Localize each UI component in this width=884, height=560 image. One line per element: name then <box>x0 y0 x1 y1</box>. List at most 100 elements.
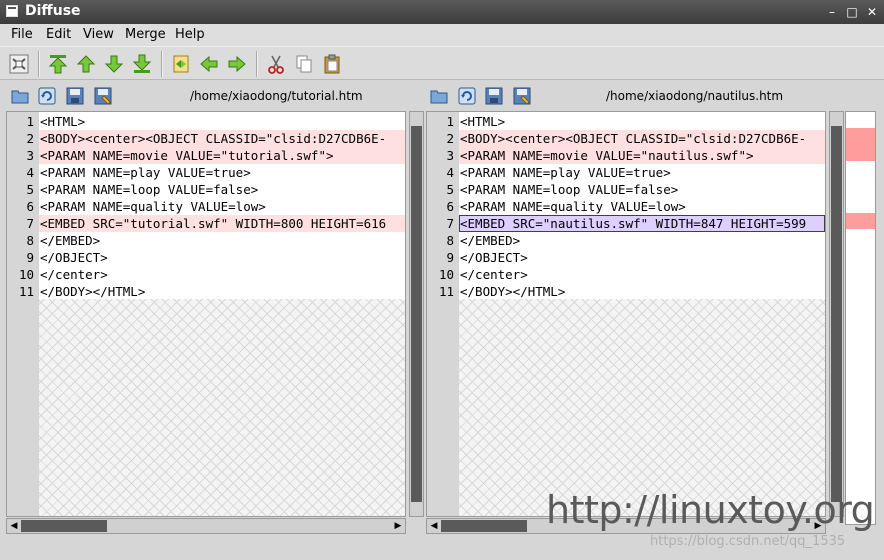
merge-from-left-right-icon[interactable] <box>170 53 192 75</box>
toolbar-separator <box>38 51 40 77</box>
cut-icon[interactable] <box>265 53 287 75</box>
toolbar <box>0 46 884 80</box>
line-number-gutter: 1 2 3 4 5 6 7 8 9 10 11 <box>427 112 459 516</box>
open-file-icon[interactable] <box>10 86 30 106</box>
scrollbar-thumb[interactable] <box>831 126 842 502</box>
line-number: 10 <box>438 267 454 282</box>
line-number: 7 <box>446 216 454 231</box>
line-number: 6 <box>26 199 34 214</box>
code-line[interactable]: </EMBED> <box>459 232 825 249</box>
difference-overview-map[interactable] <box>845 111 876 525</box>
code-line[interactable]: <HTML> <box>39 113 405 130</box>
right-pane-header: /home/xiaodong/nautilus.htm <box>420 84 840 108</box>
copy-icon[interactable] <box>293 53 315 75</box>
scrollbar-thumb[interactable] <box>441 520 527 532</box>
menu-help[interactable]: Help <box>175 27 205 42</box>
first-change-icon[interactable] <box>47 53 69 75</box>
open-file-icon[interactable] <box>429 86 449 106</box>
code-line[interactable]: <BODY><center><OBJECT CLASSID="clsid:D27… <box>39 130 405 147</box>
code-line[interactable]: <PARAM NAME=play VALUE=true> <box>39 164 405 181</box>
toolbar-separator <box>256 51 258 77</box>
line-number: 11 <box>18 284 34 299</box>
scroll-left-arrow-icon[interactable]: ◀ <box>427 519 441 533</box>
line-number: 9 <box>446 250 454 265</box>
line-number: 3 <box>446 148 454 163</box>
empty-area <box>459 299 825 516</box>
realign-icon[interactable] <box>8 53 30 75</box>
line-number: 11 <box>438 284 454 299</box>
copy-left-icon[interactable] <box>198 53 220 75</box>
line-number: 7 <box>26 216 34 231</box>
line-number: 9 <box>26 250 34 265</box>
scroll-right-arrow-icon[interactable]: ▶ <box>391 519 405 533</box>
watermark-text: http://linuxtoy.org <box>546 488 875 532</box>
title-bar: Diffuse – □ ✕ <box>0 0 884 24</box>
code-line[interactable]: <PARAM NAME=loop VALUE=false> <box>39 181 405 198</box>
previous-change-icon[interactable] <box>75 53 97 75</box>
line-number: 2 <box>446 131 454 146</box>
close-icon[interactable]: ✕ <box>864 4 880 20</box>
line-number: 3 <box>26 148 34 163</box>
save-as-icon[interactable] <box>512 86 532 106</box>
overview-change-marker[interactable] <box>846 128 875 161</box>
save-as-icon[interactable] <box>93 86 113 106</box>
overview-change-marker[interactable] <box>846 213 875 229</box>
last-change-icon[interactable] <box>131 53 153 75</box>
code-line[interactable]: <BODY><center><OBJECT CLASSID="clsid:D27… <box>459 130 825 147</box>
left-text-pane[interactable]: 1 2 3 4 5 6 7 8 9 10 11 <HTML> <BODY><center><OBJEC… <box>6 111 406 517</box>
menu-bar: File Edit View Merge Help <box>0 24 884 46</box>
code-area[interactable]: <HTML> <BODY><center><OBJECT CLASSID="cls… <box>39 112 405 516</box>
minimize-icon[interactable]: – <box>824 4 840 20</box>
line-number: 6 <box>446 199 454 214</box>
code-line[interactable]: </EMBED> <box>39 232 405 249</box>
save-file-icon[interactable] <box>65 86 85 106</box>
line-number: 8 <box>26 233 34 248</box>
code-line[interactable]: <PARAM NAME=loop VALUE=false> <box>459 181 825 198</box>
code-line[interactable]: <PARAM NAME=play VALUE=true> <box>459 164 825 181</box>
next-change-icon[interactable] <box>103 53 125 75</box>
scrollbar-thumb[interactable] <box>21 520 107 532</box>
menu-merge[interactable]: Merge <box>125 27 166 42</box>
code-line[interactable]: </OBJECT> <box>39 249 405 266</box>
code-line[interactable]: <HTML> <box>459 113 825 130</box>
maximize-icon[interactable]: □ <box>844 4 860 20</box>
right-vertical-scrollbar[interactable] <box>829 111 844 517</box>
reload-file-icon[interactable] <box>457 86 477 106</box>
code-line[interactable]: </center> <box>39 266 405 283</box>
code-line[interactable]: <PARAM NAME=quality VALUE=low> <box>39 198 405 215</box>
reload-file-icon[interactable] <box>37 86 57 106</box>
copy-right-icon[interactable] <box>226 53 248 75</box>
code-line[interactable]: </center> <box>459 266 825 283</box>
line-number: 2 <box>26 131 34 146</box>
left-pane-header: /home/xiaodong/tutorial.htm <box>0 84 420 108</box>
app-icon <box>6 5 18 17</box>
menu-edit[interactable]: Edit <box>46 27 71 42</box>
watermark-subtext: https://blog.csdn.net/qq_1535 <box>650 534 846 549</box>
code-line[interactable]: </BODY></HTML> <box>39 283 405 300</box>
right-text-pane[interactable]: 1 2 3 4 5 6 7 8 9 10 11 <HTML> <BODY><center><OBJEC… <box>426 111 826 517</box>
left-file-path: /home/xiaodong/tutorial.htm <box>190 89 363 103</box>
empty-area <box>39 299 405 516</box>
code-area[interactable]: <HTML> <BODY><center><OBJECT CLASSID="cls… <box>459 112 825 516</box>
code-line[interactable]: <PARAM NAME=movie VALUE="tutorial.swf"> <box>39 147 405 164</box>
left-horizontal-scrollbar[interactable]: ◀ ▶ <box>6 518 406 534</box>
code-line[interactable]: </BODY></HTML> <box>459 283 825 300</box>
save-file-icon[interactable] <box>484 86 504 106</box>
code-line[interactable]: <EMBED SRC="nautilus.swf" WIDTH=847 HEIG… <box>459 215 825 232</box>
line-number: 10 <box>18 267 34 282</box>
left-vertical-scrollbar[interactable] <box>409 111 424 517</box>
line-number: 4 <box>446 165 454 180</box>
scroll-left-arrow-icon[interactable]: ◀ <box>7 519 21 533</box>
scrollbar-thumb[interactable] <box>411 126 422 502</box>
code-line[interactable]: <PARAM NAME=quality VALUE=low> <box>459 198 825 215</box>
toolbar-separator <box>161 51 163 77</box>
menu-file[interactable]: File <box>11 27 33 42</box>
menu-view[interactable]: View <box>83 27 114 42</box>
code-line[interactable]: <EMBED SRC="tutorial.swf" WIDTH=800 HEIG… <box>39 215 405 232</box>
code-line[interactable]: <PARAM NAME=movie VALUE="nautilus.swf"> <box>459 147 825 164</box>
window-title: Diffuse <box>25 3 81 19</box>
code-line[interactable]: </OBJECT> <box>459 249 825 266</box>
paste-icon[interactable] <box>321 53 343 75</box>
line-number: 5 <box>446 182 454 197</box>
line-number: 4 <box>26 165 34 180</box>
